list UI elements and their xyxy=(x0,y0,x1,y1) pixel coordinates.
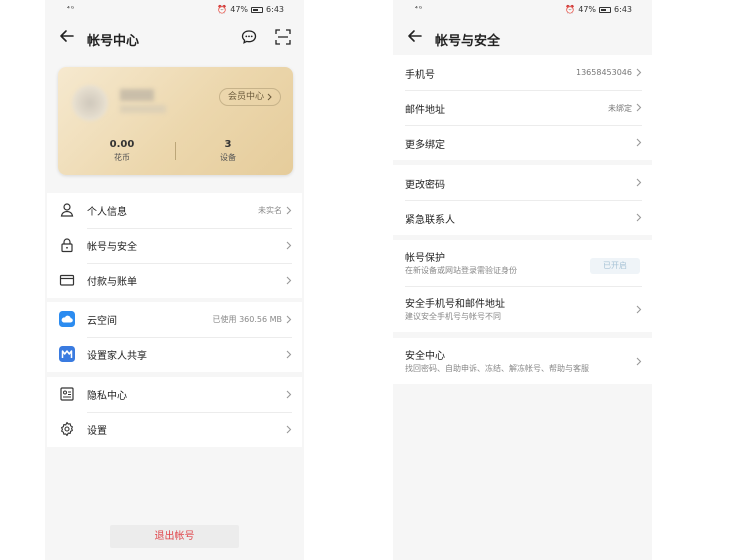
battery-icon xyxy=(599,6,612,13)
chevron-right-icon xyxy=(286,276,292,285)
profile-card[interactable]: 会员中心 0.00 花币 3 设备 xyxy=(58,67,293,175)
menu-item-settings[interactable]: 设置 xyxy=(47,412,302,447)
gear-icon xyxy=(61,421,73,437)
card-icon xyxy=(59,274,75,286)
change-password-row[interactable]: 更改密码 xyxy=(393,165,652,200)
security-center-group: 安全中心 找回密码、自助申诉、冻结、解冻帐号、帮助与客服 xyxy=(393,338,652,384)
chevron-right-icon xyxy=(636,178,642,187)
back-arrow-icon[interactable] xyxy=(405,26,425,46)
devices-stat[interactable]: 3 设备 xyxy=(188,139,268,163)
password-group: 更改密码 紧急联系人 xyxy=(393,165,652,235)
chevron-right-icon xyxy=(636,305,642,314)
status-bar: ⁴ᴳ ⏰ 47% 6:43 xyxy=(393,0,652,20)
account-center-screen: ⁴ᴳ ⏰ 47% 6:43 帐号中心 会员中心 0.00 花币 3 设备 个人信… xyxy=(45,0,304,560)
menu-item-personal-info[interactable]: 个人信息 未实名 xyxy=(47,193,302,228)
privacy-icon xyxy=(60,387,74,401)
more-bindings-row[interactable]: 更多绑定 xyxy=(393,125,652,160)
clock: 6:43 xyxy=(266,5,284,14)
avatar[interactable] xyxy=(72,85,108,121)
menu-group-account: 个人信息 未实名 帐号与安全 付款与账单 xyxy=(47,193,302,298)
signal-icon: ⁴ᴳ xyxy=(67,5,76,13)
back-arrow-icon[interactable] xyxy=(57,26,77,46)
member-center-button[interactable]: 会员中心 xyxy=(218,88,281,106)
menu-item-family-sharing[interactable]: 设置家人共享 xyxy=(47,337,302,372)
stat-divider xyxy=(175,142,176,160)
user-account xyxy=(120,105,166,113)
person-icon xyxy=(60,203,74,217)
protection-group: 帐号保护 在新设备或网站登录需验证身份 已开启 安全手机号和邮件地址 建议安全手… xyxy=(393,240,652,332)
title-bar: 帐号中心 xyxy=(45,20,304,56)
email-row[interactable]: 邮件地址 未绑定 xyxy=(393,90,652,125)
family-icon xyxy=(59,346,75,362)
page-title: 帐号中心 xyxy=(87,34,140,49)
menu-group-settings: 隐私中心 设置 xyxy=(47,377,302,447)
page-title: 帐号与安全 xyxy=(435,34,501,49)
chevron-right-icon xyxy=(636,103,642,112)
security-center-row[interactable]: 安全中心 找回密码、自助申诉、冻结、解冻帐号、帮助与客服 xyxy=(393,338,652,384)
status-bar: ⁴ᴳ ⏰ 47% 6:43 xyxy=(45,0,304,20)
menu-group-cloud: 云空间 已使用 360.56 MB 设置家人共享 xyxy=(47,302,302,372)
chevron-right-icon xyxy=(636,138,642,147)
alarm-icon: ⏰ xyxy=(565,5,576,14)
menu-item-payment-billing[interactable]: 付款与账单 xyxy=(47,263,302,298)
alarm-icon: ⏰ xyxy=(217,5,228,14)
chevron-right-icon xyxy=(636,68,642,77)
chevron-right-icon xyxy=(286,425,292,434)
protection-status-toggle[interactable]: 已开启 xyxy=(590,258,640,274)
binding-group: 手机号 13658453046 邮件地址 未绑定 更多绑定 xyxy=(393,55,652,160)
chevron-right-icon xyxy=(267,93,272,101)
menu-item-account-security[interactable]: 帐号与安全 xyxy=(47,228,302,263)
chevron-right-icon xyxy=(286,390,292,399)
chevron-right-icon xyxy=(636,357,642,366)
scan-icon[interactable] xyxy=(274,28,292,46)
coins-stat[interactable]: 0.00 花币 xyxy=(82,139,162,163)
chevron-right-icon xyxy=(636,213,642,222)
account-security-screen: ⁴ᴳ ⏰ 47% 6:43 帐号与安全 手机号 13658453046 邮件地址… xyxy=(393,0,652,560)
menu-item-cloud-space[interactable]: 云空间 已使用 360.56 MB xyxy=(47,302,302,337)
chevron-right-icon xyxy=(286,315,292,324)
emergency-contact-row[interactable]: 紧急联系人 xyxy=(393,200,652,235)
user-name xyxy=(120,89,154,101)
account-protection-row[interactable]: 帐号保护 在新设备或网站登录需验证身份 已开启 xyxy=(393,240,652,286)
message-icon[interactable] xyxy=(240,28,258,46)
signal-icon: ⁴ᴳ xyxy=(415,5,424,13)
lock-icon xyxy=(61,238,73,253)
chevron-right-icon xyxy=(286,241,292,250)
logout-button[interactable]: 退出帐号 xyxy=(110,525,239,548)
clock: 6:43 xyxy=(614,5,632,14)
menu-item-privacy-center[interactable]: 隐私中心 xyxy=(47,377,302,412)
chevron-right-icon xyxy=(286,206,292,215)
cloud-icon xyxy=(59,311,75,327)
chevron-right-icon xyxy=(286,350,292,359)
phone-number-row[interactable]: 手机号 13658453046 xyxy=(393,55,652,90)
battery-percent: 47% xyxy=(230,5,249,14)
secure-phone-email-row[interactable]: 安全手机号和邮件地址 建议安全手机号与帐号不同 xyxy=(393,286,652,332)
battery-percent: 47% xyxy=(578,5,597,14)
title-bar: 帐号与安全 xyxy=(393,20,652,56)
battery-icon xyxy=(251,6,264,13)
